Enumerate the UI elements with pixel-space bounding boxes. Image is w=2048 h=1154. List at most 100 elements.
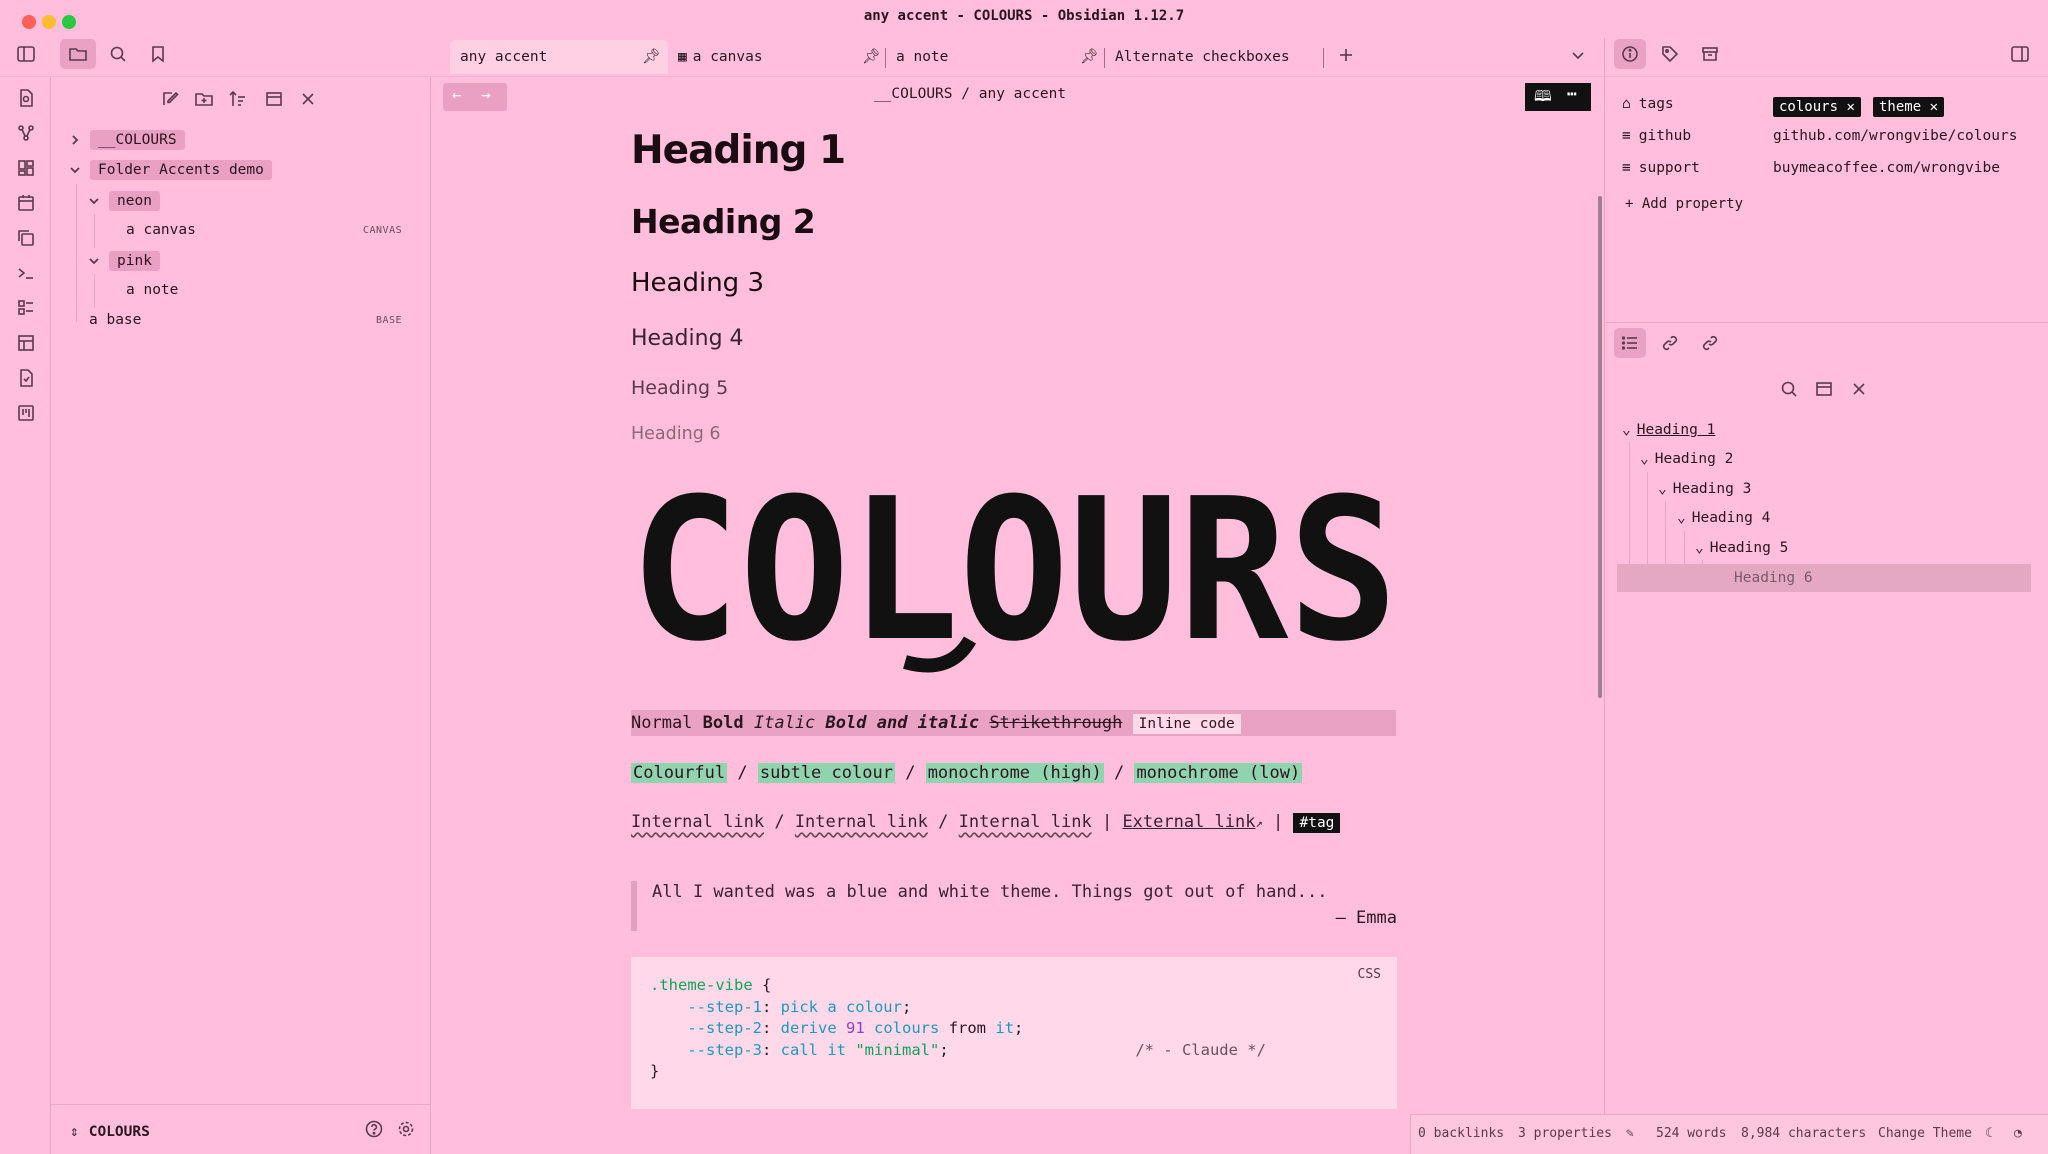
- canvas-button[interactable]: [14, 156, 38, 180]
- internal-link[interactable]: Internal link: [795, 812, 928, 832]
- property-row-github[interactable]: ≡ github github.com/wrongvibe/colours: [1622, 123, 2032, 149]
- status-change-theme[interactable]: Change Theme: [1878, 1122, 1972, 1146]
- status-properties[interactable]: 3 properties: [1518, 1122, 1612, 1146]
- external-link-icon: ↗: [1255, 816, 1263, 830]
- add-property-button[interactable]: + Add property: [1625, 191, 1743, 217]
- outgoing-links-tab[interactable]: [1694, 328, 1726, 358]
- tab-a-note[interactable]: a note 📌︎: [896, 40, 1098, 74]
- outline-item-h4[interactable]: ⌄ Heading 4: [1677, 506, 1770, 530]
- outline-collapse-button[interactable]: [1843, 374, 1875, 404]
- internal-link[interactable]: Internal link: [959, 812, 1092, 832]
- pin-icon[interactable]: 📌︎: [862, 40, 880, 74]
- settings-button[interactable]: [390, 1114, 422, 1144]
- new-tab-button[interactable]: [1330, 40, 1362, 70]
- code-language-label: CSS: [1357, 967, 1381, 982]
- new-note-button[interactable]: [154, 84, 186, 114]
- outline-item-h3[interactable]: ⌄ Heading 3: [1658, 477, 1751, 501]
- separator: /: [905, 763, 916, 783]
- status-backlinks[interactable]: 0 backlinks: [1418, 1122, 1504, 1146]
- list-button[interactable]: [14, 296, 38, 320]
- remove-tag-icon[interactable]: ✕: [1930, 99, 1938, 115]
- outline-label: Heading 2: [1654, 451, 1734, 467]
- outline-item-h6[interactable]: Heading 6: [1734, 566, 1813, 590]
- tag-pill-theme[interactable]: theme ✕: [1873, 94, 1945, 120]
- collapse-icon: [1853, 383, 1865, 395]
- table-button[interactable]: [14, 331, 38, 355]
- outline-toggle-button[interactable]: [1808, 374, 1840, 404]
- bookmarks-button[interactable]: [142, 39, 174, 69]
- backlinks-tab[interactable]: [1654, 328, 1686, 358]
- bold-italic-text: Bold and italic: [825, 713, 980, 733]
- tab-a-canvas[interactable]: ▦ a canvas 📌︎: [678, 40, 880, 74]
- templates-button[interactable]: [14, 226, 38, 250]
- tree-file-base[interactable]: a base: [89, 309, 141, 331]
- breadcrumb-folder[interactable]: __COLOURS: [874, 86, 953, 102]
- status-words: 524 words: [1656, 1126, 1727, 1141]
- new-folder-button[interactable]: [188, 84, 220, 114]
- code-property: --step-3: [687, 1040, 762, 1059]
- tree-file-note[interactable]: a note: [126, 279, 178, 301]
- archive-tab[interactable]: [1694, 39, 1726, 69]
- internal-link[interactable]: Internal link: [631, 812, 764, 832]
- command-palette-button[interactable]: [14, 261, 38, 285]
- property-row-support[interactable]: ≡ support buymeacoffee.com/wrongvibe: [1622, 155, 2032, 181]
- pin-icon[interactable]: 📌︎: [642, 40, 660, 74]
- toggle-right-sidebar-button[interactable]: [2004, 39, 2036, 69]
- external-link[interactable]: External link: [1122, 812, 1255, 832]
- outline-item-h1[interactable]: ⌄ Heading 1: [1622, 418, 1715, 442]
- auto-reveal-button[interactable]: [258, 84, 290, 114]
- pencil-icon[interactable]: ✎: [1626, 1122, 1634, 1146]
- pin-icon[interactable]: 📌︎: [1080, 40, 1098, 74]
- formatting-line: Normal Bold Italic Bold and italic Strik…: [631, 710, 1396, 736]
- property-value[interactable]: buymeacoffee.com/wrongvibe: [1773, 155, 2000, 181]
- tag-pill-colours[interactable]: colours ✕: [1773, 94, 1861, 120]
- tree-folder-neon[interactable]: neon: [87, 190, 160, 212]
- forward-arrow-icon[interactable]: →: [481, 85, 491, 104]
- sync-icon[interactable]: ◔: [2014, 1122, 2022, 1146]
- collapse-all-button[interactable]: [292, 84, 324, 114]
- tag-chip[interactable]: #tag: [1293, 813, 1341, 833]
- search-button[interactable]: [102, 39, 134, 69]
- toggle-left-sidebar-button[interactable]: [10, 39, 42, 69]
- tree-file-canvas[interactable]: a canvas: [126, 219, 196, 241]
- tree-folder-pink[interactable]: pink: [87, 250, 160, 272]
- sort-button[interactable]: [222, 84, 254, 114]
- moon-icon[interactable]: ☾: [1985, 1122, 1993, 1146]
- file-explorer-button[interactable]: [60, 39, 96, 69]
- property-row-tags[interactable]: ⌂ tags colours ✕ theme ✕: [1622, 91, 2022, 117]
- tabbar-divider: [0, 76, 2048, 77]
- tab-list-button[interactable]: [1562, 40, 1594, 70]
- outline-search-button[interactable]: [1773, 374, 1805, 404]
- vault-footer-divider: [50, 1104, 430, 1105]
- remove-tag-icon[interactable]: ✕: [1846, 99, 1854, 115]
- open-quick-switcher-button[interactable]: [14, 86, 38, 110]
- strikethrough-text: Strikethrough: [989, 713, 1123, 733]
- tree-folder-demo[interactable]: Folder Accents demo: [68, 159, 272, 181]
- file-type-badge: CANVAS: [363, 225, 403, 236]
- chevron-updown-icon: ⇕: [70, 1124, 79, 1140]
- tab-any-accent[interactable]: any accent 📌︎: [450, 40, 668, 74]
- outline-tab[interactable]: [1614, 328, 1646, 358]
- editor-scrollbar[interactable]: [1598, 196, 1602, 698]
- daily-note-button[interactable]: [14, 191, 38, 215]
- outline-guide: [1702, 560, 1703, 592]
- property-value[interactable]: github.com/wrongvibe/colours: [1773, 123, 2017, 149]
- more-options-icon[interactable]: ⋯: [1567, 84, 1577, 103]
- checklist-button[interactable]: [14, 366, 38, 390]
- reading-view-icon[interactable]: 🕮︎: [1534, 86, 1552, 111]
- tree-folder-colours[interactable]: __COLOURS: [68, 129, 185, 151]
- back-arrow-icon[interactable]: ←: [452, 85, 462, 104]
- links-line: Internal link / Internal link / Internal…: [631, 809, 1341, 835]
- sidebar-left-icon: [17, 46, 35, 62]
- outline-item-h2[interactable]: ⌄ Heading 2: [1640, 447, 1733, 471]
- kanban-button[interactable]: [14, 401, 38, 425]
- breadcrumb-file[interactable]: any accent: [979, 86, 1066, 102]
- vault-switcher[interactable]: ⇕ COLOURS: [70, 1120, 150, 1144]
- outline-item-h5[interactable]: ⌄ Heading 5: [1695, 536, 1788, 560]
- tab-alternate-checkboxes[interactable]: Alternate checkboxes: [1115, 40, 1315, 74]
- layout-dashboard-icon: [18, 160, 34, 176]
- graph-view-button[interactable]: [14, 121, 38, 145]
- file-properties-tab[interactable]: [1614, 39, 1646, 69]
- help-button[interactable]: [358, 1114, 390, 1144]
- tags-tab[interactable]: [1654, 39, 1686, 69]
